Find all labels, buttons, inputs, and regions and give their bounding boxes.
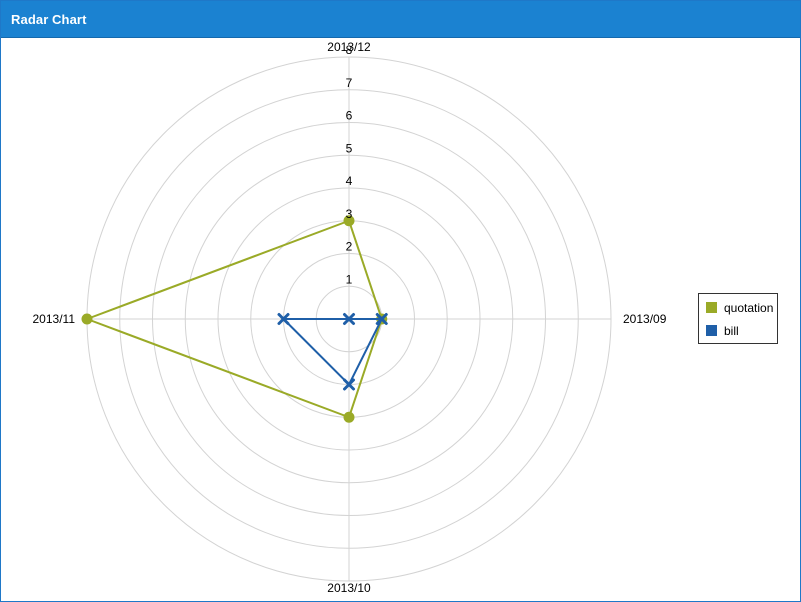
tick-label: 3 [346,207,353,221]
tick-label: 1 [346,272,353,286]
tick-label: 6 [346,109,353,123]
legend-swatch-bill [706,325,717,336]
legend-swatch-quotation [706,302,717,313]
legend-label-bill: bill [724,324,739,338]
tick-label: 7 [346,76,353,90]
data-point-quotation[interactable] [343,411,355,423]
category-label: 2013/12 [327,40,371,54]
series-line-bill [282,318,383,386]
category-label: 2013/10 [327,581,371,595]
data-point-quotation[interactable] [81,313,93,325]
radar-chart: 123456782013/092013/102013/112013/12 [33,40,667,595]
legend: quotation bill [698,293,778,344]
tick-label: 4 [346,174,353,188]
legend-label-quotation: quotation [724,301,774,315]
tick-label: 5 [346,141,353,155]
tick-label: 2 [346,240,353,254]
chart-window: Radar Chart 1 2 3 4 5 6 7 8 2013/09 2013/10 2013/1… [0,0,801,602]
category-label: 2013/09 [623,312,667,326]
category-label: 2013/11 [33,312,76,326]
